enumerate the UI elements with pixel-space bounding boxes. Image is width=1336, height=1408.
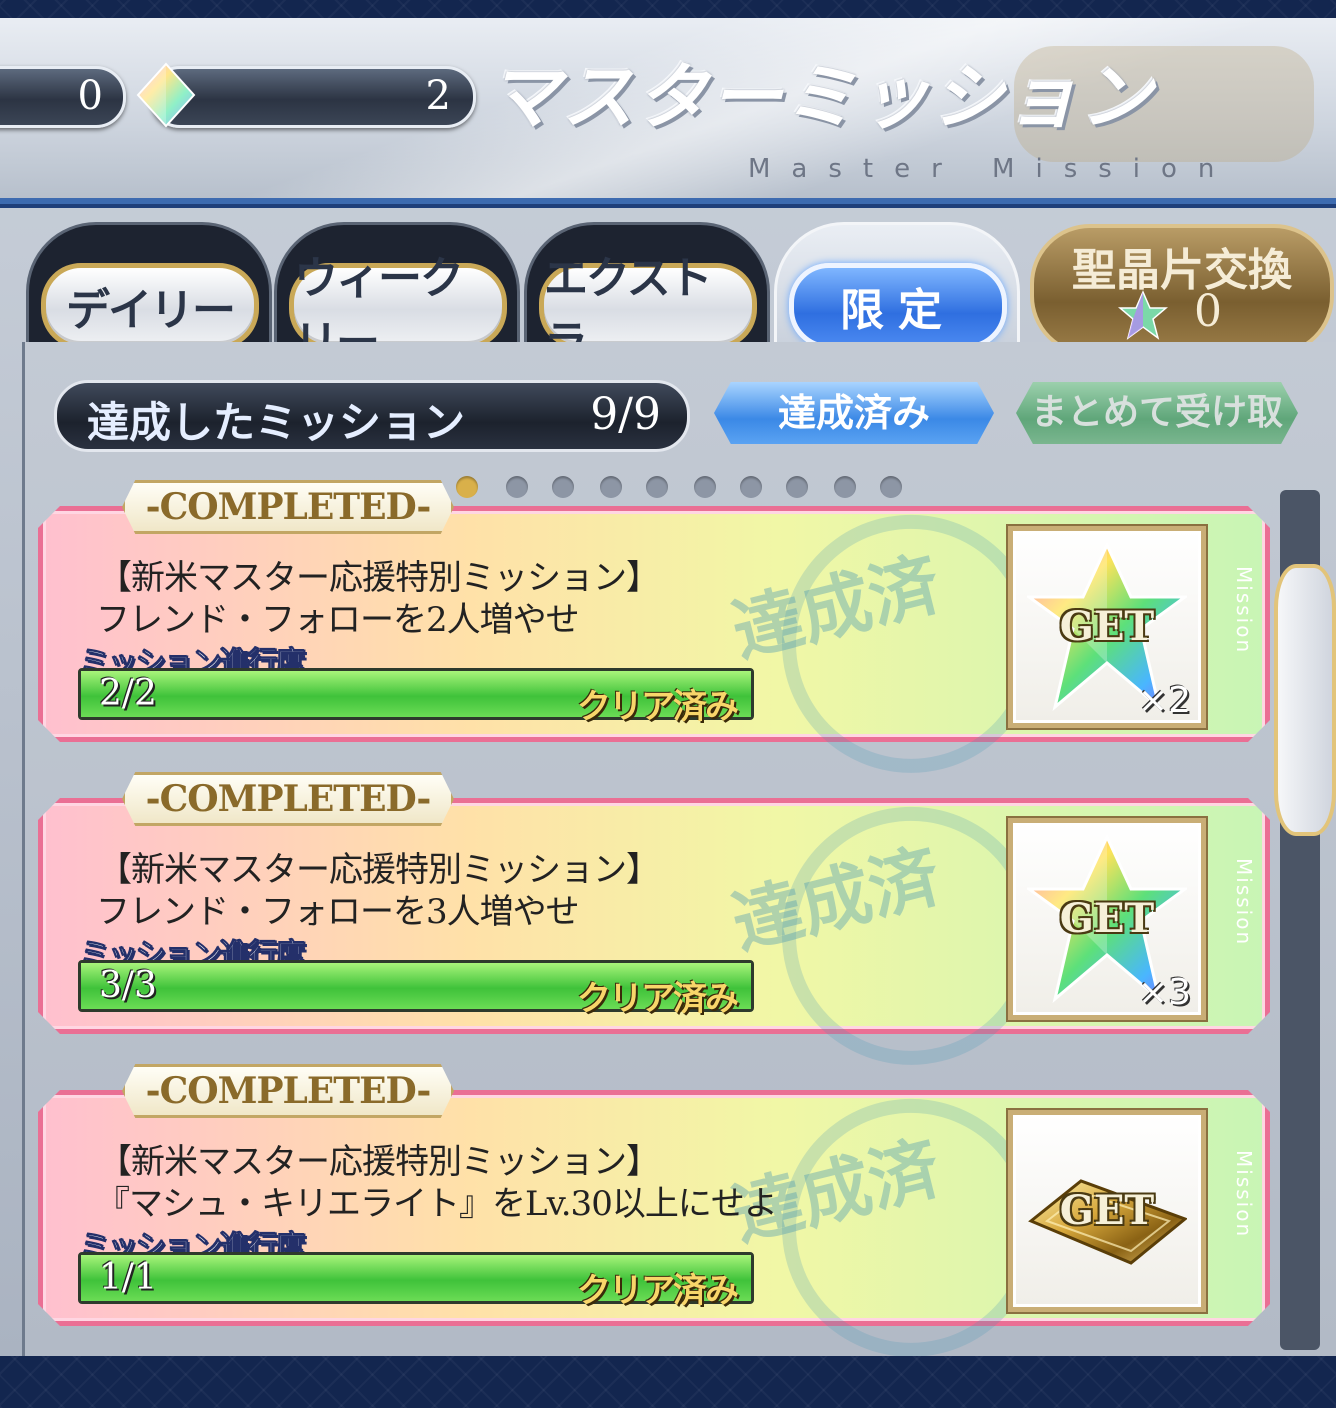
tab-weekly-label: ウィークリー (289, 253, 507, 368)
fragment-exchange-button[interactable]: 聖晶片交換 0 (1030, 224, 1334, 356)
reward-box[interactable]: GET ×3 (1008, 818, 1206, 1020)
get-label: GET (1059, 895, 1155, 942)
tab-daily-label: デイリー (41, 263, 259, 349)
progress-value: 2/2 (99, 673, 157, 714)
counter-right-value: 2 (425, 73, 451, 119)
mission-side-label: Mission (1232, 1150, 1256, 1239)
saint-quartz-fragment-icon (1118, 290, 1168, 340)
completed-tag: -COMPLETED- (122, 480, 454, 534)
tab-extra-label: エクストラ (539, 253, 757, 368)
progress-bar: 2/2 クリア済み (78, 668, 754, 727)
exchange-label: 聖晶片交換 (1072, 245, 1292, 296)
reward-quantity: ×2 (1137, 680, 1191, 721)
progress-status: クリア済み (577, 979, 739, 1019)
summary-label: 達成したミッション (87, 398, 466, 447)
reward-box[interactable]: GET (1008, 1110, 1206, 1312)
reward-quantity: ×3 (1137, 972, 1191, 1013)
exchange-count: 0 (1194, 286, 1222, 337)
reward-box[interactable]: GET ×2 (1008, 526, 1206, 728)
progress-value: 3/3 (99, 965, 157, 1006)
progress-bar: 3/3 クリア済み (78, 960, 754, 1019)
mission-card[interactable]: -COMPLETED- 達成済 【新米マスター応援特別ミッション】 フレンド・フ… (38, 480, 1260, 734)
progress-value: 1/1 (99, 1257, 157, 1298)
mission-description: 『マシュ・キリエライト』をLv.30以上にせよ (96, 1184, 778, 1224)
tab-limited-label: 限定 (789, 263, 1007, 349)
header-bar: 0 2 マスターミッション Master Mission (0, 18, 1336, 204)
counter-left: 0 (0, 66, 126, 128)
mission-side-label: Mission (1232, 858, 1256, 947)
master-mission-screen: 0 2 マスターミッション Master Mission デイリー ウィーク エ… (0, 18, 1336, 1356)
completed-tag: -COMPLETED- (122, 772, 454, 826)
page-subtitle: Master Mission (748, 154, 1236, 184)
claim-all-button[interactable]: まとめて受け取る (1016, 382, 1298, 444)
mission-side-label: Mission (1232, 566, 1256, 655)
get-label: GET (1059, 603, 1155, 650)
progress-status: クリア済み (577, 687, 739, 727)
mission-card[interactable]: -COMPLETED- 達成済 【新米マスター応援特別ミッション】 フレンド・フ… (38, 772, 1260, 1026)
scrollbar-thumb[interactable] (1274, 564, 1336, 836)
completed-tag: -COMPLETED- (122, 1064, 454, 1118)
completed-filter-button[interactable]: 達成済み (714, 382, 994, 444)
mission-description: フレンド・フォローを2人増やせ (96, 600, 580, 640)
page-title: マスターミッション (488, 54, 1155, 139)
progress-bar: 1/1 クリア済み (78, 1252, 754, 1311)
prism-gem-icon (136, 62, 196, 128)
get-label: GET (1059, 1187, 1155, 1234)
summary-count: 9/9 (590, 389, 661, 440)
counter-left-value: 0 (77, 73, 103, 119)
progress-status: クリア済み (577, 1271, 739, 1311)
counter-right: 2 (150, 66, 476, 128)
mission-description: フレンド・フォローを3人増やせ (96, 892, 580, 932)
completed-summary: 達成したミッション 9/9 (54, 380, 690, 452)
mission-card[interactable]: -COMPLETED- 達成済 【新米マスター応援特別ミッション】 『マシュ・キ… (38, 1064, 1260, 1318)
